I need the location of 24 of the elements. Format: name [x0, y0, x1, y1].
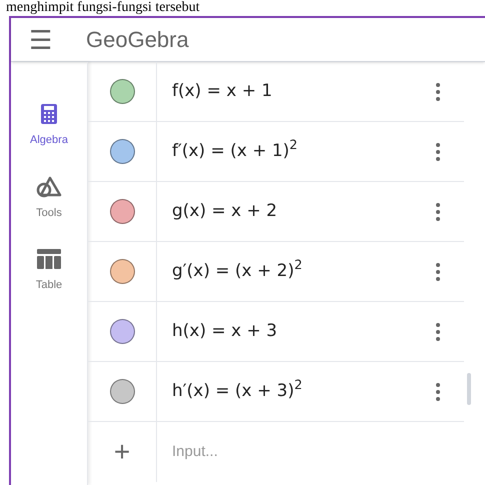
more-options-icon[interactable]	[436, 202, 440, 220]
triangle-circle-icon	[36, 176, 62, 198]
more-options-icon[interactable]	[436, 262, 440, 280]
function-expression[interactable]: g(x) = x + 2	[172, 198, 278, 224]
calculator-icon	[40, 103, 58, 125]
input-field[interactable]: Input...	[172, 440, 464, 464]
function-expression[interactable]: f′(x) = (x + 1)$^{2}$	[172, 138, 298, 164]
more-options-icon[interactable]	[436, 382, 440, 400]
add-button[interactable]: +	[114, 438, 130, 466]
scrollbar[interactable]	[467, 373, 471, 405]
sidebar-tab[interactable]: Tools	[36, 174, 62, 221]
sidebar-tab[interactable]: Algebra	[30, 102, 68, 148]
function-expression[interactable]: h(x) = x + 3	[172, 318, 278, 344]
more-options-icon[interactable]	[436, 142, 440, 160]
caption-text: menghimpit fungsi-fungsi tersebut	[5, 0, 201, 16]
function-expression[interactable]: f(x) = x + 1	[172, 78, 272, 104]
function-expression[interactable]: h′(x) = (x + 3)$^{2}$	[172, 378, 302, 404]
more-options-icon[interactable]	[436, 322, 440, 340]
function-expression[interactable]: g′(x) = (x + 2)$^{2}$	[172, 258, 302, 284]
table-icon	[36, 249, 61, 269]
geogebra-logo: GeoGebra	[86, 26, 189, 54]
menu-button[interactable]: ☰	[29, 26, 52, 52]
more-options-icon[interactable]	[436, 82, 440, 100]
sidebar-tab[interactable]: Table	[36, 247, 62, 294]
